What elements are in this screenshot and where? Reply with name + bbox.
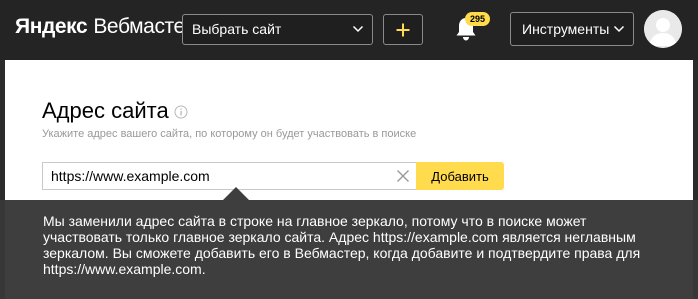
close-icon[interactable] xyxy=(396,169,410,183)
mirror-tooltip: Мы заменили адрес сайта в строке на глав… xyxy=(0,200,698,299)
logo[interactable]: Яндекс Вебмастер xyxy=(15,15,196,43)
notifications-badge: 295 xyxy=(465,12,490,26)
tools-label: Инструменты xyxy=(522,21,610,37)
page-subtitle: Укажите адрес вашего сайта, по которому … xyxy=(42,128,417,140)
site-select-label: Выбрать сайт xyxy=(192,21,282,37)
plus-icon xyxy=(396,23,410,37)
logo-brand: Яндекс xyxy=(15,15,88,38)
user-avatar-icon xyxy=(644,10,682,48)
tooltip-text: Мы заменили адрес сайта в строке на глав… xyxy=(43,213,641,277)
logo-product: Вебмастер xyxy=(93,15,197,38)
chevron-down-icon xyxy=(613,25,625,33)
top-header: Яндекс Вебмастер Выбрать сайт 295 Инстру… xyxy=(0,0,698,60)
tools-menu-button[interactable]: Инструменты xyxy=(510,12,634,46)
site-select[interactable]: Выбрать сайт xyxy=(182,14,373,45)
add-button[interactable]: Добавить xyxy=(416,162,504,190)
chevron-down-icon xyxy=(352,25,364,33)
tooltip-arrow xyxy=(223,187,249,200)
page-title: Адрес сайта xyxy=(42,98,169,123)
avatar[interactable] xyxy=(644,10,682,48)
url-field xyxy=(42,162,417,190)
add-site-plus-button[interactable] xyxy=(383,14,423,45)
info-icon[interactable] xyxy=(174,105,188,119)
url-input[interactable] xyxy=(43,163,388,189)
